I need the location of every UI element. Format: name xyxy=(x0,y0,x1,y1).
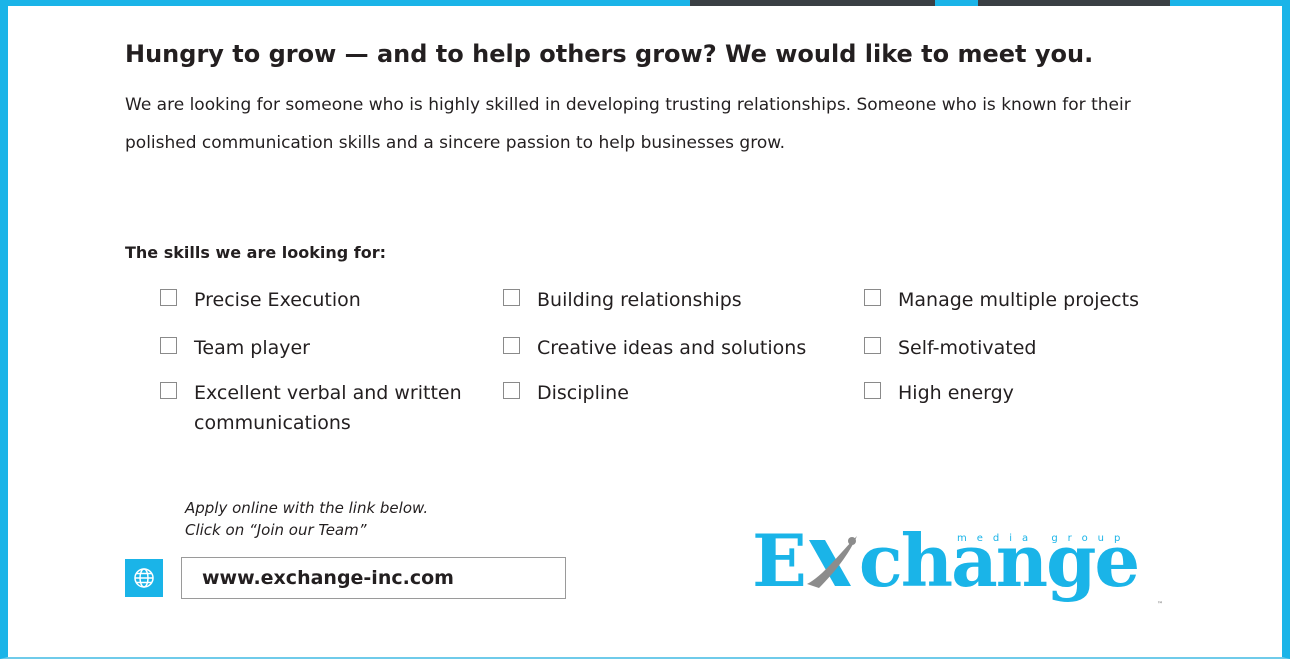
checkbox[interactable] xyxy=(503,337,520,354)
website-link[interactable]: www.exchange-inc.com xyxy=(181,557,566,599)
checkbox[interactable] xyxy=(503,382,520,399)
logo-text-e: E xyxy=(752,518,807,603)
exchange-logo: media group E change ™ xyxy=(752,516,1172,616)
skill-label: Excellent verbal and written communicati… xyxy=(194,382,462,434)
globe-icon-svg xyxy=(134,568,154,588)
intro-paragraph: We are looking for someone who is highly… xyxy=(125,95,1131,153)
skill-label: Building relationships xyxy=(537,289,742,311)
skills-title: The skills we are looking for: xyxy=(125,243,386,262)
checkbox[interactable] xyxy=(160,337,177,354)
apply-line-2: Click on “Join our Team” xyxy=(185,521,367,539)
checkbox[interactable] xyxy=(864,337,881,354)
checkbox[interactable] xyxy=(503,289,520,306)
top-photo-edge-2 xyxy=(978,0,1170,6)
logo-x-swoosh-icon xyxy=(806,536,857,588)
skill-label: Precise Execution xyxy=(194,289,361,311)
skill-label: Discipline xyxy=(537,382,629,404)
headline: Hungry to grow — and to help others grow… xyxy=(125,40,1094,68)
skill-checkbox-team-player[interactable]: Team player xyxy=(160,333,310,363)
skill-label: Creative ideas and solutions xyxy=(537,337,807,359)
apply-instructions: Apply online with the link below. Click … xyxy=(185,497,428,541)
skill-checkbox-high-energy[interactable]: High energy xyxy=(864,378,1014,408)
skill-checkbox-manage-projects[interactable]: Manage multiple projects xyxy=(864,285,1139,315)
skill-checkbox-communications[interactable]: Excellent verbal and written communicati… xyxy=(160,378,480,438)
checkbox[interactable] xyxy=(160,382,177,399)
logo-trademark: ™ xyxy=(1157,601,1163,608)
skill-checkbox-building-relationships[interactable]: Building relationships xyxy=(503,285,742,315)
checkbox[interactable] xyxy=(864,382,881,399)
skill-label: High energy xyxy=(898,382,1014,404)
apply-line-1: Apply online with the link below. xyxy=(185,499,429,517)
skill-checkbox-self-motivated[interactable]: Self-motivated xyxy=(864,333,1036,363)
skill-checkbox-creative-ideas[interactable]: Creative ideas and solutions xyxy=(503,333,806,363)
skill-label: Self-motivated xyxy=(898,337,1037,359)
skill-checkbox-precise-execution[interactable]: Precise Execution xyxy=(160,285,361,315)
skill-label: Manage multiple projects xyxy=(898,289,1139,311)
checkbox[interactable] xyxy=(160,289,177,306)
logo-text-change: change xyxy=(858,518,1140,603)
skill-checkbox-discipline[interactable]: Discipline xyxy=(503,378,629,408)
globe-icon xyxy=(125,559,163,597)
logo-wordmark: E change xyxy=(752,516,1140,606)
checkbox[interactable] xyxy=(864,289,881,306)
skill-label: Team player xyxy=(194,337,310,359)
top-photo-edge xyxy=(690,0,935,6)
